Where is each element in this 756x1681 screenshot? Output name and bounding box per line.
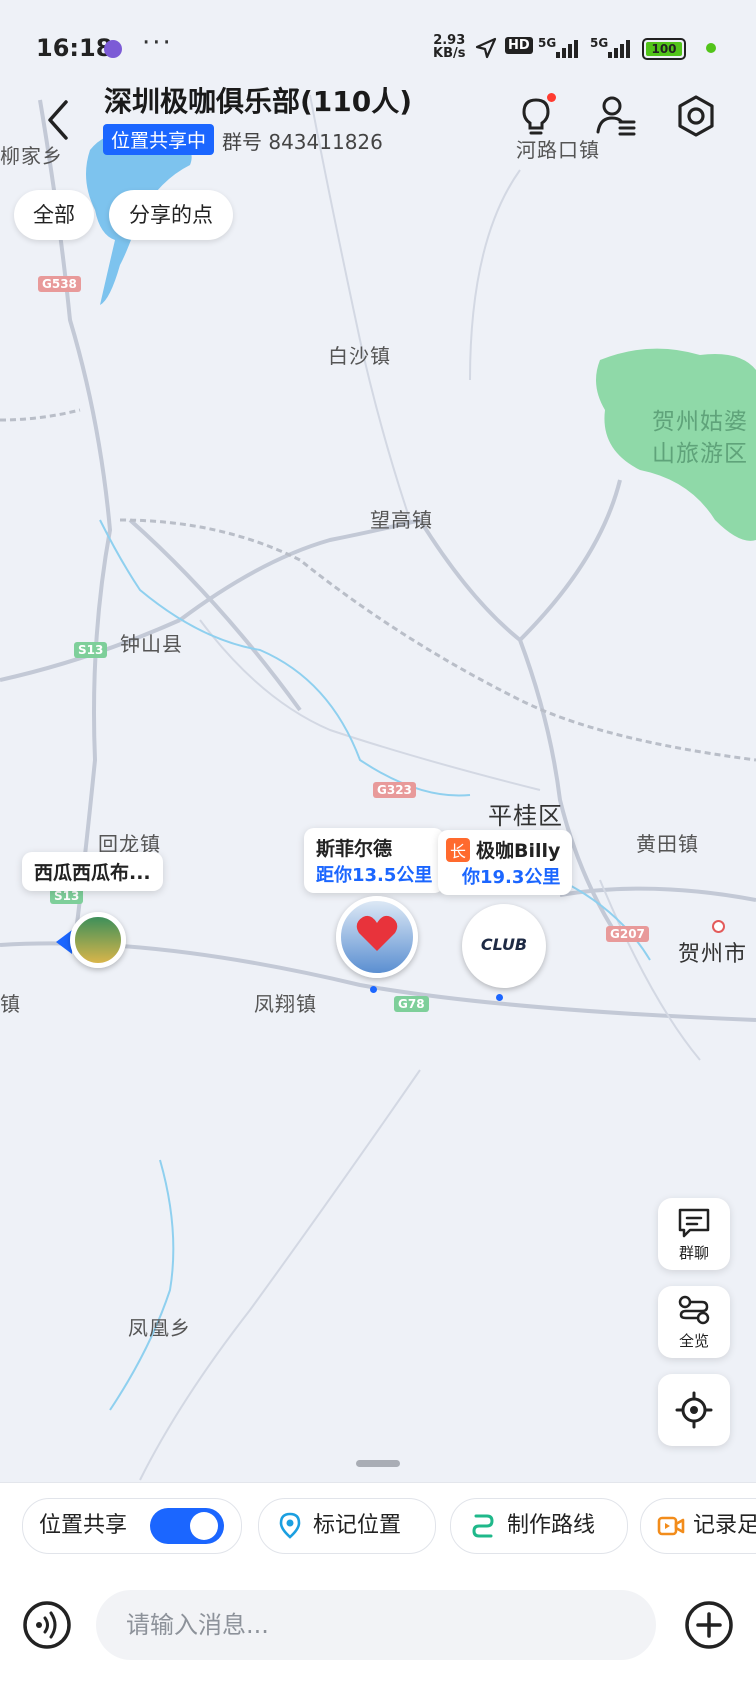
speed-unit: KB/s (433, 46, 466, 61)
road-badge: G207 (606, 926, 649, 942)
hd-icon: HD (505, 37, 533, 54)
owner-badge: 长 (446, 837, 471, 862)
place-label: 河路口镇 (516, 138, 600, 162)
settings-icon[interactable] (672, 92, 720, 140)
place-label: 贺州市 (678, 942, 748, 967)
member-callout[interactable]: 西瓜西瓜布... (22, 852, 163, 891)
road-badge: G78 (394, 996, 429, 1012)
club-logo: CLUB (480, 935, 528, 954)
member-avatar[interactable]: CLUB (462, 904, 546, 988)
member-avatar[interactable] (336, 896, 418, 978)
toggle-knob (190, 1512, 218, 1540)
place-label: 钟山县 (120, 632, 183, 656)
member-name: 极咖Billy (476, 840, 561, 862)
park-label: 山旅游区 (652, 441, 748, 467)
place-label: 黄田镇 (636, 832, 699, 856)
member-location-dot (370, 986, 377, 993)
route-s-icon (472, 1514, 494, 1538)
notification-dot (547, 93, 556, 102)
signal-bars-icon-2 (608, 40, 630, 58)
group-chat-label: 群聊 (678, 1244, 709, 1262)
page-title: 深圳极咖俱乐部(110人) (104, 85, 413, 118)
location-arrow-icon (475, 37, 497, 59)
member-name: 斯菲尔德 (316, 838, 393, 860)
status-time: 16:18 (36, 34, 113, 62)
mark-location-button[interactable]: 标记位置 (258, 1498, 436, 1554)
member-avatar[interactable] (70, 912, 126, 968)
record-label: 记录足 (693, 1513, 756, 1538)
network-speed: 2.93 KB/s (433, 34, 465, 60)
city-marker-icon (712, 920, 725, 933)
heart-icon (356, 915, 398, 951)
road-badge: G323 (373, 782, 416, 798)
make-route-label: 制作路线 (507, 1513, 596, 1538)
member-name: 西瓜西瓜布... (34, 862, 151, 884)
member-callout[interactable]: 斯菲尔德 距你13.5公里 (304, 828, 445, 893)
message-input[interactable]: 请输入消息... (96, 1590, 656, 1660)
drag-handle[interactable] (356, 1460, 400, 1467)
road-badge: S13 (74, 642, 108, 658)
shield-icon (104, 40, 122, 58)
locate-target-icon (675, 1391, 713, 1429)
location-sharing-badge: 位置共享中 (103, 124, 215, 155)
place-label: 凤凰乡 (128, 1316, 191, 1340)
group-number: 群号 843411826 (222, 130, 383, 154)
make-route-button[interactable]: 制作路线 (450, 1498, 628, 1554)
signal-bars-icon (556, 40, 578, 58)
mark-location-label: 标记位置 (313, 1513, 402, 1538)
charging-dot-icon (706, 43, 716, 53)
filter-shared-points-chip[interactable]: 分享的点 (109, 190, 233, 240)
group-chat-button[interactable]: 群聊 (658, 1198, 730, 1270)
location-share-label: 位置共享 (39, 1513, 128, 1538)
location-share-toggle[interactable] (150, 1508, 224, 1544)
park-label: 贺州姑婆 (652, 409, 748, 435)
more-dots-icon: ··· (142, 28, 173, 58)
place-label: 望高镇 (370, 508, 433, 532)
place-label: 镇 (0, 992, 21, 1016)
signal-5g-label: 5G (538, 36, 557, 50)
voice-input-button[interactable] (22, 1600, 72, 1650)
overview-button[interactable]: 全览 (658, 1286, 730, 1358)
battery-level: 100 (646, 42, 682, 56)
signal-5g-label-2: 5G (590, 36, 609, 50)
battery-icon: 100 (642, 38, 686, 60)
record-video-icon (657, 1516, 685, 1536)
filter-all-chip[interactable]: 全部 (14, 190, 94, 240)
member-distance: 你19.3公里 (462, 867, 561, 888)
record-button[interactable]: 记录足 (640, 1498, 756, 1554)
pin-icon (279, 1512, 301, 1539)
members-icon[interactable] (592, 92, 640, 140)
member-distance: 距你13.5公里 (316, 865, 433, 886)
route-icon (678, 1295, 710, 1325)
member-callout[interactable]: 长 极咖Billy 你19.3公里 (438, 830, 573, 895)
add-button[interactable] (684, 1600, 734, 1650)
overview-label: 全览 (678, 1332, 709, 1350)
place-label: 凤翔镇 (254, 992, 317, 1016)
member-location-dot (496, 994, 503, 1001)
place-label: 柳家乡 (0, 144, 63, 168)
road-badge: G538 (38, 276, 81, 292)
chat-icon (678, 1208, 710, 1238)
district-label: 平桂区 (488, 802, 563, 830)
locate-me-button[interactable] (658, 1374, 730, 1446)
place-label: 白沙镇 (328, 344, 391, 368)
back-button[interactable] (38, 96, 78, 144)
